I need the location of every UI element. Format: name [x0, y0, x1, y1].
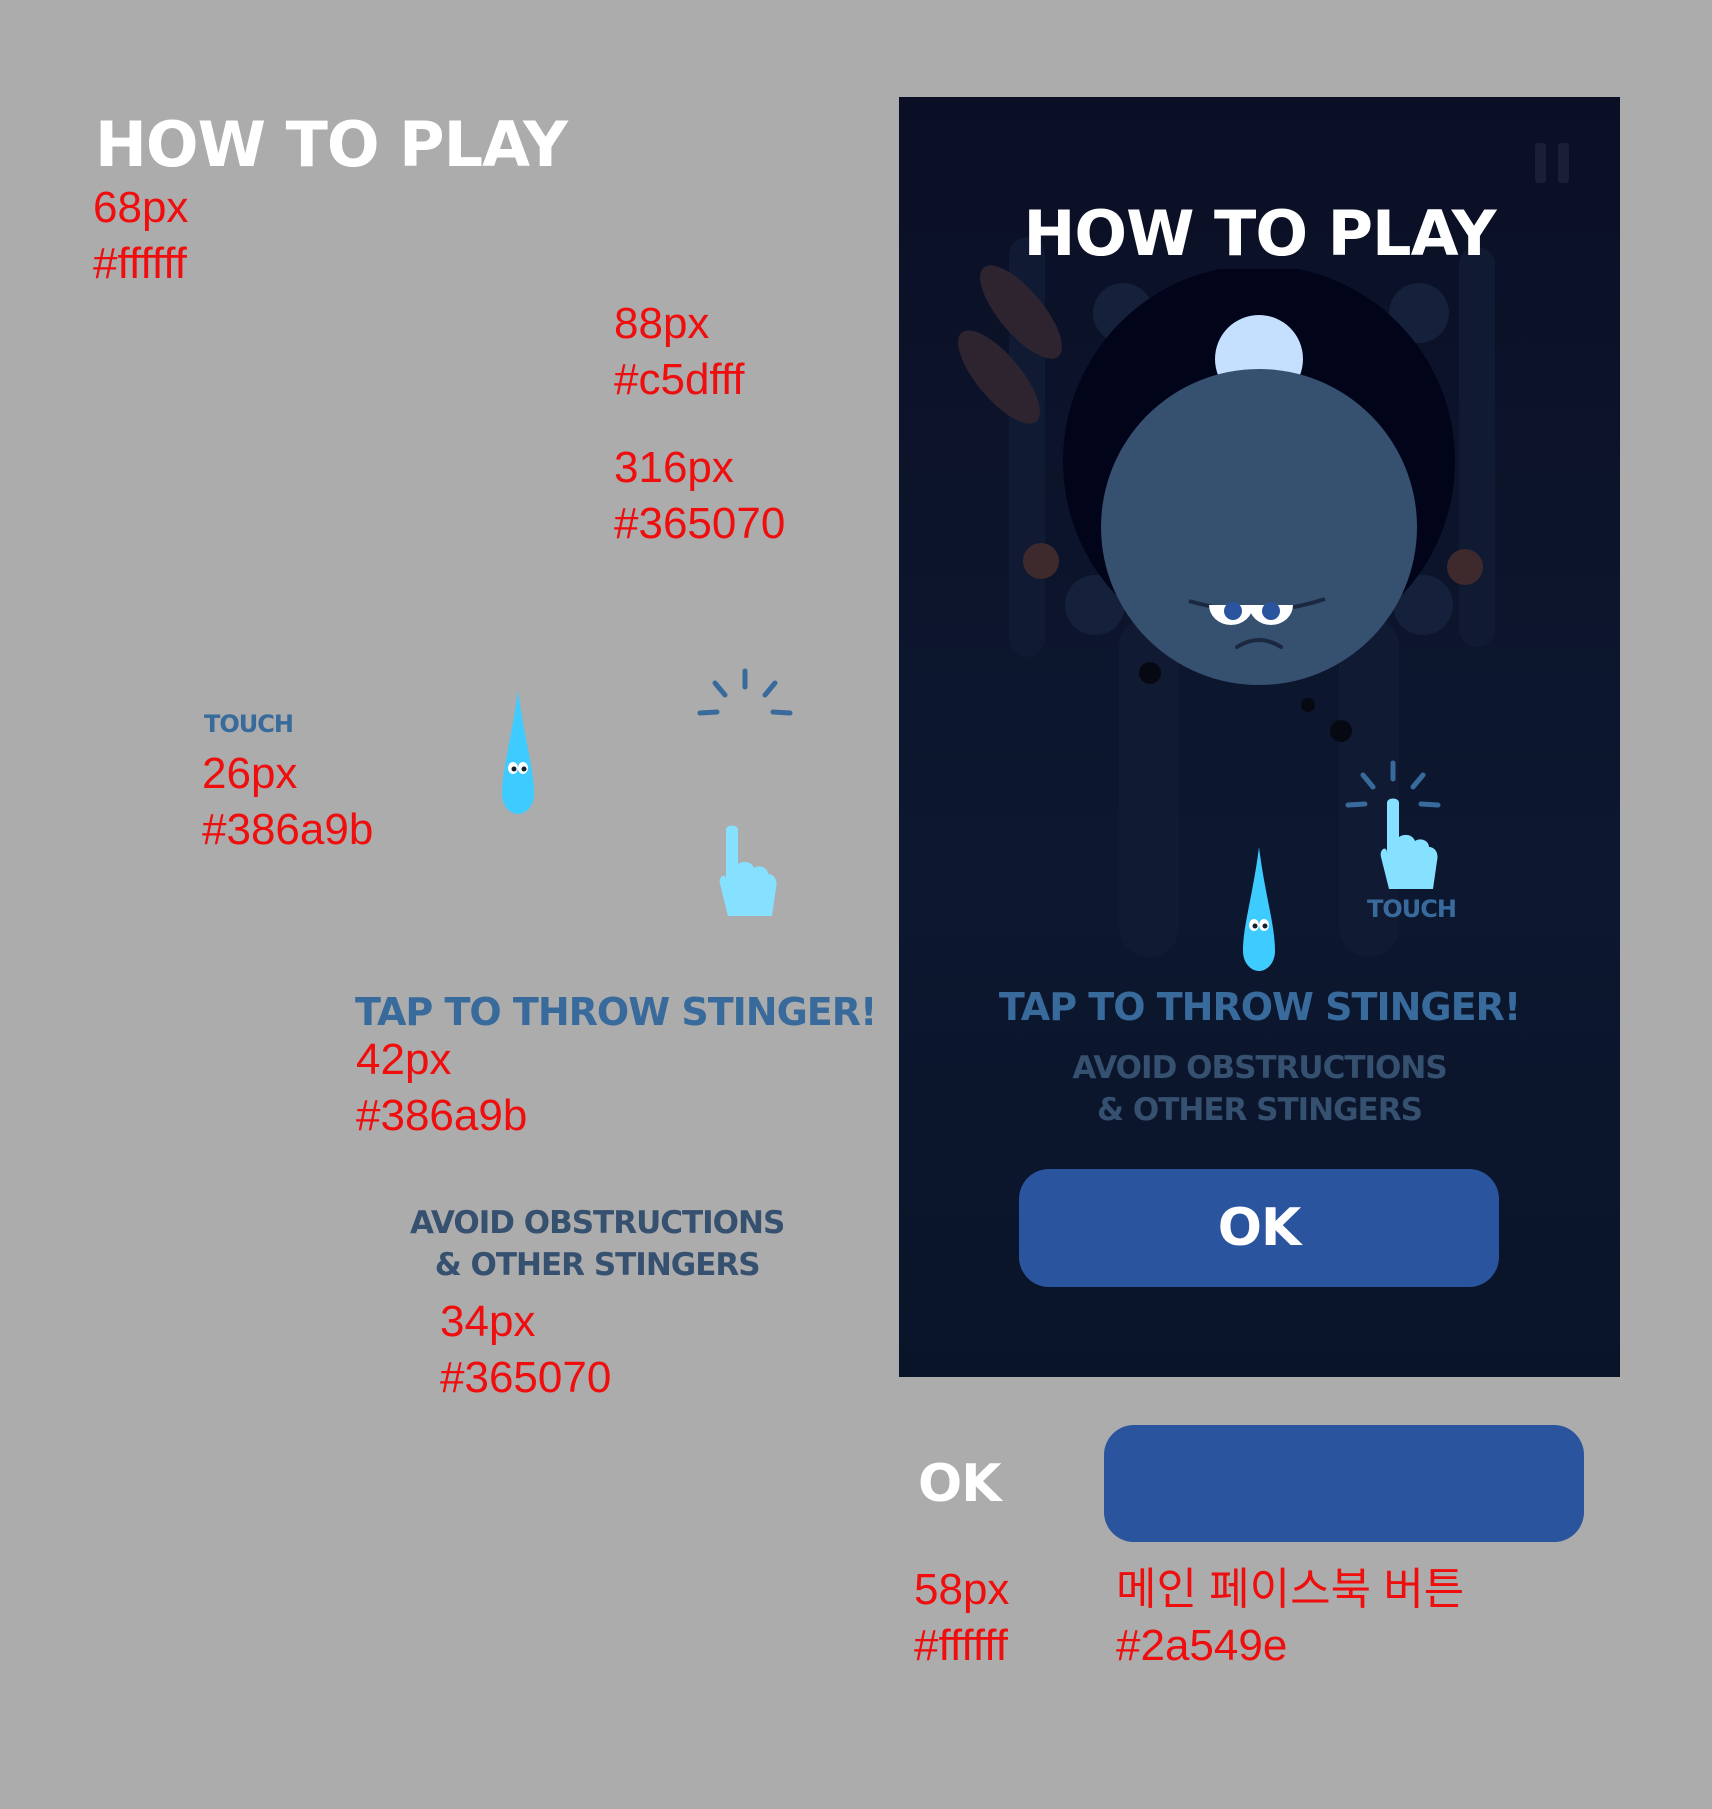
spec-button-sample [1104, 1425, 1584, 1542]
stinger-icon [502, 690, 534, 814]
spec-avoid-line1: AVOID OBSTRUCTIONS [410, 1205, 785, 1241]
spec-title-sample: HOW TO PLAY [95, 108, 568, 181]
spec-avoid-line2: & OTHER STINGERS [434, 1247, 761, 1283]
game-screen: HOW TO PLAY TOUCH TAP TO THROW STINGER! [899, 97, 1620, 1377]
planet-face-icon [1063, 269, 1455, 685]
pause-icon[interactable] [1535, 143, 1569, 183]
avoid-line1: AVOID OBSTRUCTIONS [1072, 1050, 1447, 1086]
page-title: HOW TO PLAY [1023, 197, 1496, 270]
spec-button-color: #2a549e [1116, 1621, 1288, 1670]
spec-title-size: 68px [93, 183, 189, 232]
touch-hand-icon [1380, 798, 1438, 889]
spec-tap-size: 42px [356, 1035, 452, 1084]
tap-instruction: TAP TO THROW STINGER! [998, 985, 1521, 1029]
ok-button-label: OK [1217, 1198, 1301, 1258]
spec-avoid-size: 34px [440, 1297, 536, 1346]
spec-tap-sample: TAP TO THROW STINGER! [355, 990, 877, 1034]
spec-ok-sample: OK [918, 1454, 1001, 1514]
avoid-instruction: AVOID OBSTRUCTIONS & OTHER STINGERS [899, 1047, 1620, 1131]
spec-planet-size: 316px [614, 443, 734, 492]
spec-title-color: #ffffff [93, 239, 187, 288]
spec-touch-size: 26px [202, 749, 298, 798]
spec-button-label: 메인 페이스북 버튼 [1116, 1565, 1465, 1614]
avoid-line2: & OTHER STINGERS [1097, 1092, 1423, 1128]
spec-planet-color: #365070 [614, 499, 786, 548]
stinger-icon [1243, 847, 1275, 971]
touch-label: TOUCH [1367, 895, 1457, 923]
spec-circle-size: 88px [614, 299, 710, 348]
spec-circle-color: #c5dfff [614, 355, 745, 404]
spec-tap-color: #386a9b [356, 1091, 528, 1140]
ok-button[interactable]: OK [1019, 1169, 1499, 1287]
spec-touch-color: #386a9b [202, 805, 374, 854]
spec-ok-color: #ffffff [914, 1621, 1008, 1670]
spec-touch-sample: TOUCH [204, 710, 294, 738]
spec-avoid-sample: AVOID OBSTRUCTIONS & OTHER STINGERS [410, 1202, 785, 1286]
touch-hand-icon [719, 825, 777, 916]
spec-ok-size: 58px [914, 1565, 1010, 1614]
tap-rays-icon [697, 668, 793, 716]
spec-avoid-color: #365070 [440, 1353, 612, 1402]
